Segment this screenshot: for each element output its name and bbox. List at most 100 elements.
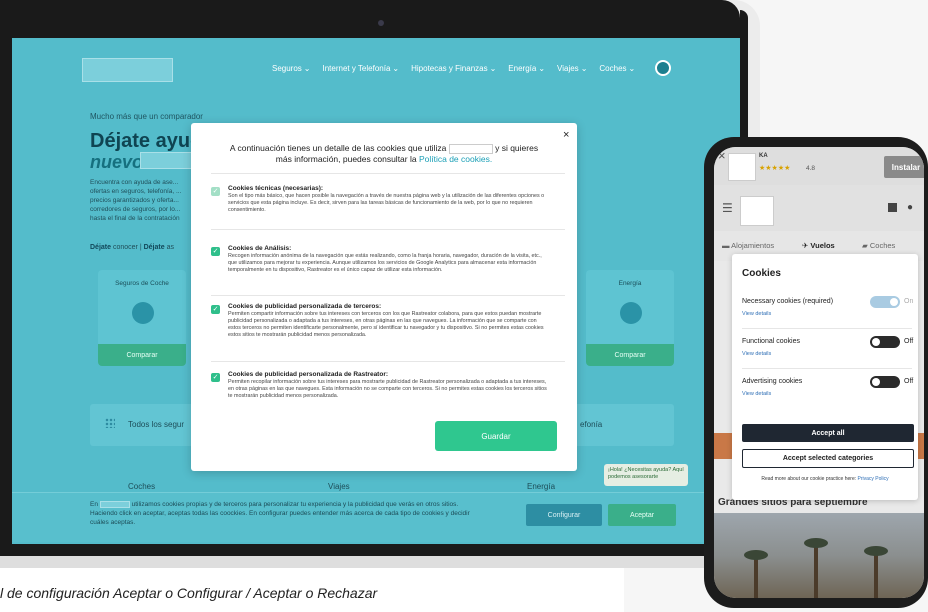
- hero-link-conocer[interactable]: conocer: [113, 244, 138, 251]
- nav-item-internet[interactable]: Internet y Telefonía ⌄: [323, 64, 400, 73]
- accept-button[interactable]: Aceptar: [608, 504, 676, 526]
- card-title: Energía: [618, 280, 642, 287]
- hamburger-menu-icon[interactable]: ☰: [722, 201, 733, 215]
- toggle-knob: [872, 378, 880, 386]
- link-prefix: Déjate: [90, 244, 112, 251]
- view-details-link[interactable]: View details: [742, 391, 771, 397]
- privacy-policy-link[interactable]: Privacy Policy: [858, 476, 889, 482]
- category-viajes[interactable]: Viajes: [328, 482, 350, 491]
- advertising-toggle[interactable]: [870, 376, 900, 388]
- section-title: Cookies técnicas (necesarias):: [228, 185, 324, 192]
- view-details-link[interactable]: View details: [742, 311, 771, 317]
- configure-button[interactable]: Configurar: [526, 504, 602, 526]
- laptop-bezel-bottom: [0, 544, 748, 556]
- cookie-text-before: En: [90, 501, 98, 508]
- car-icon: ▰: [862, 241, 868, 250]
- toggle-state: Off: [904, 378, 914, 385]
- checkbox-analytics[interactable]: ✓: [211, 247, 220, 256]
- car-icon: [132, 302, 154, 324]
- baobab-tree: [744, 550, 768, 598]
- chevron-down-icon: ⌄: [628, 64, 636, 73]
- card-title: Seguros de Coche: [115, 280, 169, 287]
- hero-links: Déjate conocer | Déjate as: [90, 244, 174, 251]
- baobab-tree: [864, 546, 888, 598]
- nav-label: Hipotecas y Finanzas: [411, 64, 488, 73]
- tab-coches[interactable]: ▰ Coches: [862, 241, 895, 250]
- tab-label: Coches: [869, 241, 896, 250]
- category-coches[interactable]: Coches: [128, 482, 155, 491]
- grid-icon: [105, 418, 115, 428]
- necessary-toggle: [870, 296, 900, 308]
- nav-item-seguros[interactable]: Seguros ⌄: [272, 64, 311, 73]
- nav-item-hipotecas[interactable]: Hipotecas y Finanzas ⌄: [411, 64, 496, 73]
- hero-body: Encuentra con ayuda de ase... ofertas en…: [90, 179, 182, 222]
- brand-placeholder: [448, 143, 493, 154]
- nav-item-coches[interactable]: Coches ⌄: [599, 64, 635, 73]
- laptop-frame: m Seguros⌄ Internet y Telefonía⌄ Hipotec…: [0, 0, 760, 568]
- hero-link-2[interactable]: as: [167, 244, 174, 251]
- hero-kicker: Mucho más que un comparador: [90, 112, 203, 121]
- hero-brand-placeholder: [140, 152, 192, 169]
- divider: [742, 368, 912, 369]
- nav-label: Energía: [508, 64, 537, 73]
- close-icon[interactable]: ×: [563, 129, 569, 141]
- view-details-link[interactable]: View details: [742, 351, 771, 357]
- section-body: Recogen información anónima de la navega…: [228, 253, 542, 273]
- nav-item-energia[interactable]: Energía ⌄: [508, 64, 545, 73]
- star-rating-icon: ★★★★★: [759, 165, 791, 172]
- product-card-energia[interactable]: Energía Comparar: [586, 270, 674, 366]
- site-logo[interactable]: [740, 196, 774, 226]
- chevron-down-icon: ⌄: [392, 64, 400, 73]
- modal-intro: A continuación tienes un detalle de las …: [225, 143, 543, 165]
- divider: [211, 361, 565, 362]
- section-title: Cookies de Análisis:: [228, 245, 292, 252]
- hero-title-2: nuevo: [90, 152, 144, 172]
- checkbox-rastreator[interactable]: ✓: [211, 373, 220, 382]
- phone-screen: × KA ★★★★★ 4.8 Instalar ☰ ● ▬ Alojamient…: [714, 147, 924, 598]
- install-button[interactable]: Instalar: [884, 156, 924, 178]
- laptop-bezel-left: [0, 38, 12, 544]
- bed-icon: ▬: [722, 241, 730, 250]
- section-body: Son el tipo más básico, que hacen posibl…: [228, 193, 545, 213]
- nav-label: Seguros: [272, 64, 302, 73]
- accept-all-button[interactable]: Accept all: [742, 424, 914, 442]
- strip-left-label: Todos los segur: [128, 420, 185, 429]
- user-avatar-icon[interactable]: [655, 60, 671, 76]
- tab-alojamientos[interactable]: ▬ Alojamientos: [722, 241, 774, 250]
- section-title: Cookies de publicidad personalizada de t…: [228, 303, 382, 310]
- site-logo[interactable]: [82, 58, 173, 82]
- cookie-row-advertising: Advertising cookies View details Off: [742, 376, 914, 414]
- functional-toggle[interactable]: [870, 336, 900, 348]
- cookie-footer: Read more about our cookie practice here…: [732, 476, 918, 482]
- compare-button[interactable]: Comparar: [586, 344, 674, 366]
- chevron-down-icon: ⌄: [303, 64, 311, 73]
- checkbox-technical: ✓: [211, 187, 220, 196]
- user-icon[interactable]: ●: [907, 202, 913, 213]
- help-chat-bubble[interactable]: ¡Hola! ¿Necesitas ayuda? Aquí podemos as…: [604, 464, 688, 486]
- cookie-text-after: utilizamos cookies propias y de terceros…: [90, 501, 470, 526]
- destination-photo[interactable]: [714, 513, 924, 598]
- toggle-knob: [872, 338, 880, 346]
- panel-title: Cookies: [742, 268, 781, 279]
- baobab-tree: [804, 538, 828, 598]
- section-title: Cookies de publicidad personalizada de R…: [228, 371, 389, 378]
- category-energia[interactable]: Energía: [527, 482, 555, 491]
- app-rating: 4.8: [806, 165, 816, 172]
- save-button[interactable]: Guardar: [435, 421, 557, 451]
- compare-button[interactable]: Comparar: [98, 344, 186, 366]
- close-icon[interactable]: ×: [718, 148, 726, 163]
- product-card-coche[interactable]: Seguros de Coche Comparar: [98, 270, 186, 366]
- tab-vuelos[interactable]: ✈ Vuelos: [802, 241, 835, 250]
- tab-label: Alojamientos: [731, 241, 775, 250]
- energy-icon: [620, 302, 642, 324]
- accept-selected-button[interactable]: Accept selected categories: [742, 449, 914, 468]
- bookmark-icon[interactable]: [888, 203, 897, 212]
- nav-item-viajes[interactable]: Viajes ⌄: [557, 64, 587, 73]
- checkbox-third-party[interactable]: ✓: [211, 305, 220, 314]
- divider: [211, 229, 565, 230]
- divider: [211, 295, 565, 296]
- toggle-state: On: [904, 298, 914, 305]
- cookie-policy-link[interactable]: Política de cookies.: [419, 154, 492, 164]
- cookie-bar-text: En utilizamos cookies propias y de terce…: [90, 500, 478, 527]
- app-logo: [728, 153, 756, 181]
